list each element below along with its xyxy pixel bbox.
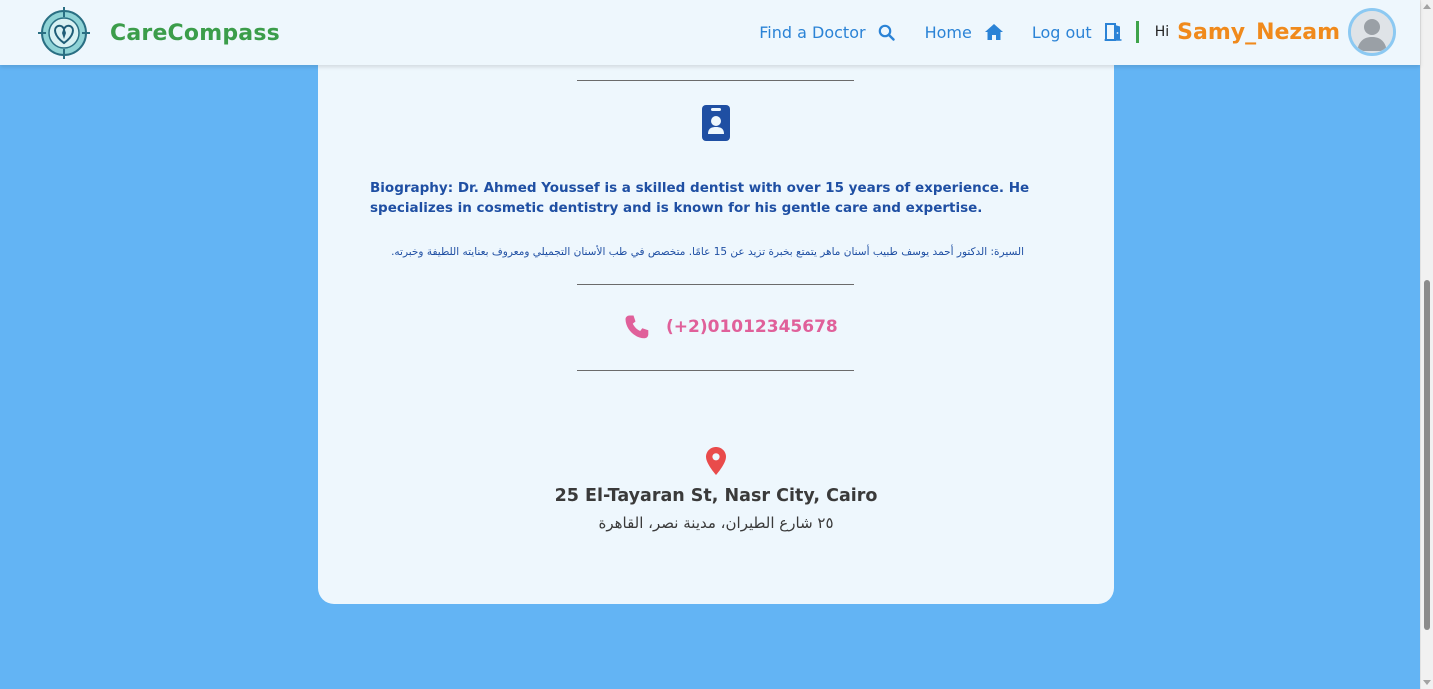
id-badge-icon <box>702 105 730 141</box>
scroll-thumb[interactable] <box>1424 280 1430 630</box>
scroll-up-arrow-icon[interactable] <box>1423 4 1431 9</box>
carecompass-logo-icon <box>38 7 90 59</box>
top-navbar: CareCompass Find a Doctor Home Log out H… <box>0 0 1420 65</box>
section-divider <box>577 80 854 81</box>
door-exit-icon <box>1104 23 1122 41</box>
phone-number: (+2)01012345678 <box>666 317 838 337</box>
nav-divider <box>1135 21 1139 43</box>
logout-link[interactable]: Log out <box>1032 23 1122 42</box>
find-doctor-link[interactable]: Find a Doctor <box>759 22 895 42</box>
user-avatar-icon[interactable] <box>1348 8 1396 56</box>
section-divider <box>577 284 854 285</box>
page-scrollbar[interactable] <box>1420 0 1433 689</box>
address-arabic: ٢٥ شارع الطيران، مدينة نصر، القاهرة <box>598 514 834 532</box>
brand[interactable]: CareCompass <box>38 7 280 59</box>
location-pin-icon <box>706 447 726 475</box>
scroll-down-arrow-icon[interactable] <box>1423 680 1431 685</box>
phone-icon <box>625 315 649 339</box>
brand-name: CareCompass <box>110 20 280 46</box>
biography-arabic: السيرة: الدكتور أحمد يوسف طبيب أسنان ماه… <box>391 245 1024 258</box>
nav-links: Find a Doctor Home Log out Hi Samy_Nezam <box>759 6 1396 58</box>
home-icon <box>984 23 1004 41</box>
home-link[interactable]: Home <box>925 23 1004 42</box>
find-doctor-label: Find a Doctor <box>759 22 866 42</box>
biography-label: Biography: <box>370 179 454 196</box>
doctor-profile-card: Biography: Dr. Ahmed Youssef is a skille… <box>318 30 1114 604</box>
home-label: Home <box>924 22 972 42</box>
biography-body: Dr. Ahmed Youssef is a skilled dentist w… <box>370 179 1030 216</box>
section-divider <box>577 370 854 371</box>
username: Samy_Nezam <box>1177 19 1340 45</box>
search-icon <box>878 24 895 41</box>
logout-label: Log out <box>1031 22 1092 42</box>
greeting: Hi <box>1154 24 1170 40</box>
phone-contact[interactable]: (+2)01012345678 <box>624 314 838 340</box>
biography-text: Biography: Dr. Ahmed Youssef is a skille… <box>370 178 1040 218</box>
address-english: 25 El-Tayaran St, Nasr City, Cairo <box>554 486 878 506</box>
